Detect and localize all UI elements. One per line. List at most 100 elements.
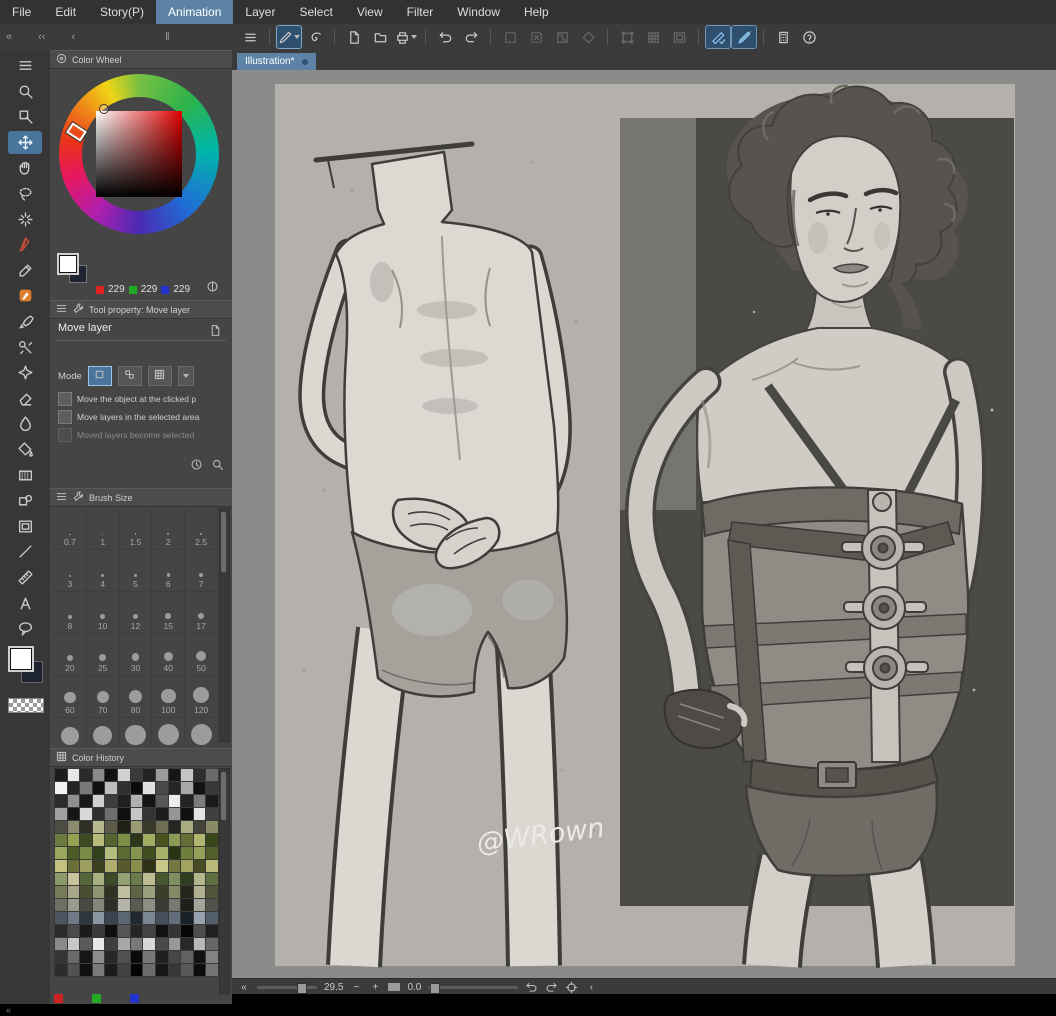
spiral-button[interactable] xyxy=(303,26,327,48)
divider-handle-icon[interactable]: ‖ xyxy=(165,31,170,43)
history-swatch-1-6[interactable] xyxy=(130,782,143,794)
history-swatch-7-4[interactable] xyxy=(105,860,118,872)
reset-view-icon[interactable] xyxy=(565,981,578,994)
history-swatch-3-8[interactable] xyxy=(155,808,168,820)
history-swatch-6-12[interactable] xyxy=(206,847,218,859)
history-swatch-3-3[interactable] xyxy=(92,808,105,820)
collapse-left-icon[interactable]: « xyxy=(6,31,12,43)
color-wheel[interactable] xyxy=(59,74,219,234)
wheel-foreground-chip[interactable] xyxy=(59,255,77,273)
history-swatch-15-1[interactable] xyxy=(67,964,80,976)
history-swatch-13-7[interactable] xyxy=(143,938,155,950)
history-swatch-9-3[interactable] xyxy=(92,886,105,898)
rotate-cw-icon[interactable] xyxy=(545,981,558,994)
history-swatch-11-0[interactable] xyxy=(55,912,67,924)
brush-size-1[interactable]: 1 xyxy=(86,508,120,550)
history-swatch-4-5[interactable] xyxy=(118,821,130,833)
history-swatch-0-9[interactable] xyxy=(168,769,181,781)
history-swatch-7-3[interactable] xyxy=(92,860,105,872)
history-swatch-14-4[interactable] xyxy=(105,951,118,963)
history-swatch-3-11[interactable] xyxy=(193,808,206,820)
history-swatch-10-12[interactable] xyxy=(206,899,218,911)
history-swatch-4-3[interactable] xyxy=(92,821,105,833)
history-swatch-4-2[interactable] xyxy=(80,821,92,833)
history-swatch-6-3[interactable] xyxy=(92,847,105,859)
history-swatch-13-8[interactable] xyxy=(155,938,168,950)
brush-size-10[interactable]: 10 xyxy=(86,592,120,634)
history-swatch-1-11[interactable] xyxy=(193,782,206,794)
history-swatch-4-1[interactable] xyxy=(67,821,80,833)
history-swatch-8-8[interactable] xyxy=(155,873,168,885)
history-swatch-8-3[interactable] xyxy=(92,873,105,885)
history-swatch-2-0[interactable] xyxy=(55,795,67,807)
new-canvas-button[interactable] xyxy=(342,26,366,48)
history-swatch-4-8[interactable] xyxy=(155,821,168,833)
history-swatch-6-1[interactable] xyxy=(67,847,80,859)
undo-button[interactable] xyxy=(433,26,457,48)
history-swatch-15-8[interactable] xyxy=(155,964,168,976)
history-swatch-3-4[interactable] xyxy=(105,808,118,820)
history-swatch-5-11[interactable] xyxy=(193,834,206,846)
history-swatch-12-7[interactable] xyxy=(143,925,155,937)
history-swatch-13-11[interactable] xyxy=(193,938,206,950)
history-swatch-5-2[interactable] xyxy=(80,834,92,846)
rotate-ccw-icon[interactable] xyxy=(525,981,538,994)
mode-grid-button[interactable] xyxy=(147,366,172,386)
open-file-button[interactable] xyxy=(368,26,392,48)
history-swatch-14-12[interactable] xyxy=(206,951,218,963)
help-button[interactable] xyxy=(797,26,821,48)
document-tab[interactable]: Illustration* xyxy=(237,53,317,70)
history-swatch-4-10[interactable] xyxy=(181,821,193,833)
history-swatch-10-0[interactable] xyxy=(55,899,67,911)
history-swatch-1-10[interactable] xyxy=(181,782,193,794)
history-swatch-6-0[interactable] xyxy=(55,847,67,859)
history-swatch-6-4[interactable] xyxy=(105,847,118,859)
pen-tool[interactable] xyxy=(8,233,42,256)
history-swatch-14-11[interactable] xyxy=(193,951,206,963)
canvas-artwork[interactable]: @WRown xyxy=(232,70,1056,978)
history-swatch-13-9[interactable] xyxy=(168,938,181,950)
history-swatch-8-12[interactable] xyxy=(206,873,218,885)
history-swatch-8-10[interactable] xyxy=(181,873,193,885)
history-swatch-3-1[interactable] xyxy=(67,808,80,820)
menu-file[interactable]: File xyxy=(0,0,43,24)
panel-collapse-controls[interactable]: « ‹‹ ‹ ‖ xyxy=(0,31,238,43)
fill-tool[interactable] xyxy=(8,438,42,461)
checkbox[interactable] xyxy=(58,392,72,406)
history-swatch-11-7[interactable] xyxy=(143,912,155,924)
print-button[interactable] xyxy=(394,26,418,48)
brush-size-scrollbar[interactable] xyxy=(219,508,230,742)
history-swatch-13-4[interactable] xyxy=(105,938,118,950)
history-swatch-2-8[interactable] xyxy=(155,795,168,807)
menu-edit[interactable]: Edit xyxy=(43,0,88,24)
brush-size-2[interactable]: 2 xyxy=(152,508,186,550)
history-swatch-4-7[interactable] xyxy=(143,821,155,833)
bottom-collapse-icon[interactable]: « xyxy=(6,1004,11,1016)
history-swatch-2-2[interactable] xyxy=(80,795,92,807)
mode-dropdown[interactable] xyxy=(177,366,194,386)
history-swatch-1-8[interactable] xyxy=(155,782,168,794)
operation-tool[interactable] xyxy=(8,105,42,128)
history-swatch-6-7[interactable] xyxy=(143,847,155,859)
checkbox[interactable] xyxy=(58,410,72,424)
history-swatch-10-11[interactable] xyxy=(193,899,206,911)
history-swatch-11-2[interactable] xyxy=(80,912,92,924)
tab-close-icon[interactable] xyxy=(302,58,309,65)
tool-menu[interactable] xyxy=(8,54,42,77)
brush-size-4[interactable]: 4 xyxy=(86,550,120,592)
snap-to-ruler-button[interactable] xyxy=(705,25,731,49)
history-swatch-7-9[interactable] xyxy=(168,860,181,872)
history-swatch-7-1[interactable] xyxy=(67,860,80,872)
main-menu-button[interactable] xyxy=(238,26,262,48)
fit-screen-icon[interactable] xyxy=(388,983,401,991)
history-swatch-6-6[interactable] xyxy=(130,847,143,859)
zoom-tool[interactable] xyxy=(8,80,42,103)
brush-size-3[interactable]: 3 xyxy=(54,550,87,592)
marker-tool[interactable] xyxy=(8,284,42,307)
material-palette-button[interactable] xyxy=(771,26,795,48)
history-swatch-10-9[interactable] xyxy=(168,899,181,911)
zoom-slider[interactable] xyxy=(257,982,317,994)
history-swatch-6-2[interactable] xyxy=(80,847,92,859)
dropdown-caret-icon[interactable] xyxy=(294,35,300,39)
color-mode-toggle-icon[interactable] xyxy=(206,280,219,298)
